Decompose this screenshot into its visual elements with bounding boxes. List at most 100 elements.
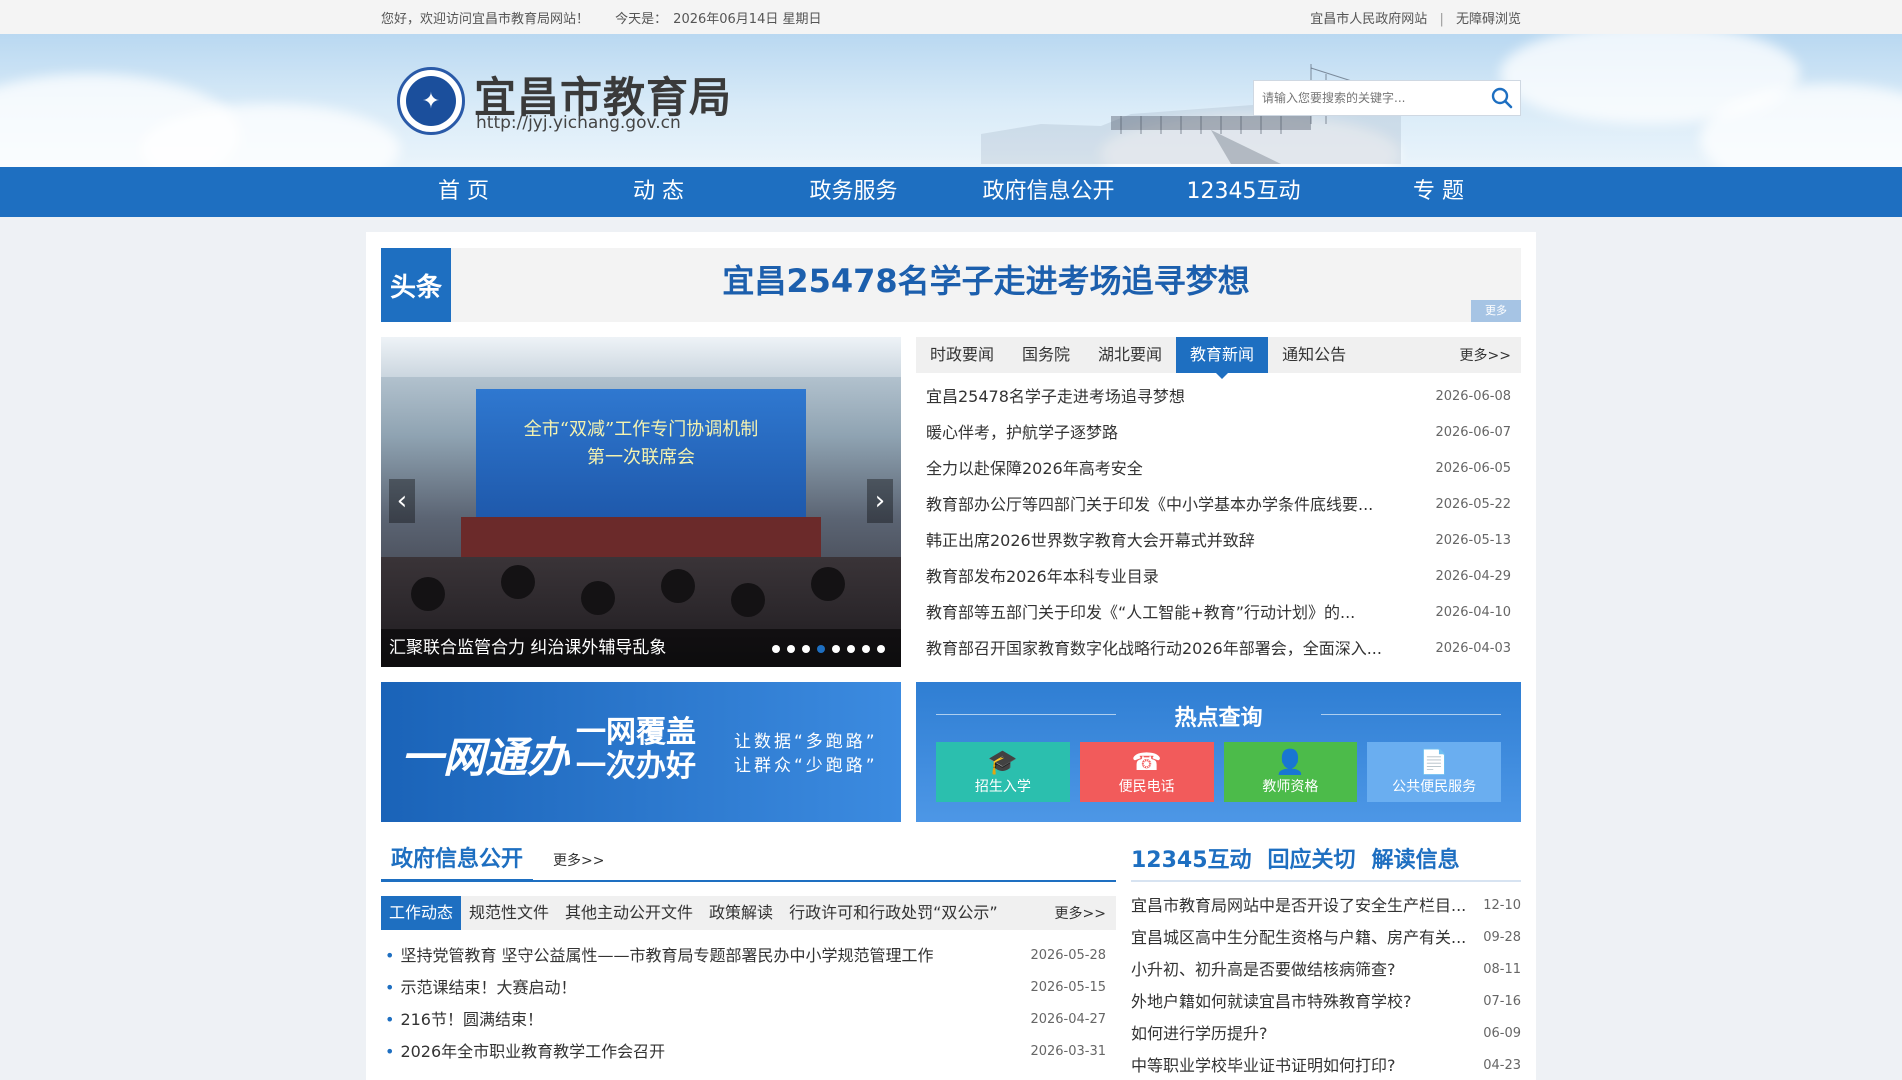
news-title[interactable]: 暖心伴考，护航学子逐梦路 bbox=[926, 415, 1118, 451]
nav-news[interactable]: 动 态 bbox=[561, 167, 756, 217]
question-date: 12-10 bbox=[1483, 898, 1521, 913]
public-service-button[interactable]: 📄 公共便民服务 bbox=[1367, 742, 1501, 802]
tab-normative-docs[interactable]: 规范性文件 bbox=[461, 896, 557, 930]
gov-info-tabs: 工作动态 规范性文件 其他主动公开文件 政策解读 行政许可和行政处罚“双公示” … bbox=[381, 896, 1116, 930]
carousel-dot[interactable] bbox=[847, 645, 855, 653]
gov-item-title[interactable]: 2026年全市职业教育教学工作会召开 bbox=[381, 1036, 665, 1068]
news-title[interactable]: 教育部办公厅等四部门关于印发《中小学基本办学条件底线要... bbox=[926, 487, 1373, 523]
headline-title[interactable]: 宜昌25478名学子走进考场追寻梦想 bbox=[451, 248, 1521, 322]
separator: | bbox=[1439, 11, 1444, 27]
hotline-button[interactable]: ☎ 便民电话 bbox=[1079, 742, 1214, 802]
teacher-qualification-button[interactable]: 👤 教师资格 bbox=[1223, 742, 1358, 802]
tab-notices[interactable]: 通知公告 bbox=[1268, 337, 1360, 373]
question-date: 04-23 bbox=[1483, 1058, 1521, 1073]
tab-response[interactable]: 回应关切 bbox=[1268, 842, 1356, 874]
list-item: 示范课结束！大赛启动！ 2026-05-15 bbox=[381, 972, 1116, 1004]
tab-education-news[interactable]: 教育新闻 bbox=[1176, 337, 1269, 379]
promo-slogan-small: 让数据“多跑路” 让群众“少跑路” bbox=[734, 732, 878, 776]
document-icon: 📄 bbox=[1419, 748, 1450, 776]
carousel-dot[interactable] bbox=[862, 645, 870, 653]
tab-politics[interactable]: 时政要闻 bbox=[916, 337, 1008, 373]
nav-info-disclosure[interactable]: 政府信息公开 bbox=[951, 167, 1146, 217]
photo-carousel[interactable]: 全市“双减”工作专门协调机制 第一次联席会 ‹ › 汇聚联合监管合力 纠治课外辅… bbox=[381, 337, 901, 667]
list-item: 坚持党管教育 坚守公益属性——市教育局专题部署民办中小学规范管理工作 2026-0… bbox=[381, 940, 1116, 972]
tab-work-updates[interactable]: 工作动态 bbox=[381, 896, 462, 930]
nav-12345-interaction[interactable]: 12345互动 bbox=[1146, 167, 1341, 217]
tab-interpretation[interactable]: 解读信息 bbox=[1372, 842, 1460, 874]
photo-table bbox=[461, 517, 821, 557]
search-icon bbox=[1491, 87, 1513, 109]
list-item: 教育部发布2026年本科专业目录 2026-04-29 bbox=[926, 559, 1511, 595]
gov-info-more-link[interactable]: 更多>> bbox=[553, 850, 604, 870]
teacher-icon: 👤 bbox=[1275, 748, 1306, 776]
news-title[interactable]: 教育部等五部门关于印发《“人工智能+教育”行动计划》的... bbox=[926, 595, 1355, 631]
question-title[interactable]: 小升初、初升高是否要做结核病筛查? bbox=[1131, 954, 1396, 986]
headline-more-button[interactable]: 更多 bbox=[1471, 300, 1521, 322]
carousel-dot[interactable] bbox=[877, 645, 885, 653]
question-date: 08-11 bbox=[1483, 962, 1521, 977]
hot-query-panel: 热点查询 🎓 招生入学 ☎ 便民电话 👤 教师资格 📄 公共便民服务 bbox=[916, 682, 1521, 822]
carousel-next-button[interactable]: › bbox=[867, 479, 893, 523]
carousel-prev-button[interactable]: ‹ bbox=[389, 479, 415, 523]
photo-screen: 全市“双减”工作专门协调机制 第一次联席会 bbox=[476, 389, 806, 529]
search-button[interactable] bbox=[1484, 81, 1520, 115]
tab-other-docs[interactable]: 其他主动公开文件 bbox=[557, 896, 701, 930]
news-date: 2026-05-13 bbox=[1435, 533, 1511, 548]
question-date: 07-16 bbox=[1483, 994, 1521, 1009]
phone-icon: ☎ bbox=[1131, 748, 1162, 776]
carousel-dot[interactable] bbox=[832, 645, 840, 653]
gov-item-date: 2026-05-28 bbox=[1030, 948, 1106, 963]
question-title[interactable]: 宜昌市教育局网站中是否开设了安全生产栏目... bbox=[1131, 890, 1466, 922]
site-logo[interactable]: ✦ bbox=[397, 67, 465, 135]
carousel-dot[interactable] bbox=[787, 645, 795, 653]
enrollment-button[interactable]: 🎓 招生入学 bbox=[936, 742, 1070, 802]
news-date: 2026-04-10 bbox=[1435, 605, 1511, 620]
accessibility-link[interactable]: 无障碍浏览 bbox=[1456, 12, 1521, 27]
gov-item-title[interactable]: 216节！圆满结束！ bbox=[381, 1004, 543, 1036]
tab-state-council[interactable]: 国务院 bbox=[1008, 337, 1084, 373]
question-title[interactable]: 外地户籍如何就读宜昌市特殊教育学校? bbox=[1131, 986, 1412, 1018]
tab-policy-interpretation[interactable]: 政策解读 bbox=[701, 896, 781, 930]
tab-12345[interactable]: 12345互动 bbox=[1131, 842, 1252, 874]
question-title[interactable]: 宜昌城区高中生分配生资格与户籍、房产有关... bbox=[1131, 922, 1466, 954]
nav-home[interactable]: 首 页 bbox=[366, 167, 561, 217]
main-content: 头条 宜昌25478名学子走进考场追寻梦想 更多 全市“双减”工作专门协调机制 … bbox=[366, 232, 1536, 1080]
gov-item-title[interactable]: 坚持党管教育 坚守公益属性——市教育局专题部署民办中小学规范管理工作 bbox=[381, 940, 933, 972]
tab-hubei[interactable]: 湖北要闻 bbox=[1084, 337, 1176, 373]
news-title[interactable]: 韩正出席2026世界数字教育大会开幕式并致辞 bbox=[926, 523, 1255, 559]
carousel-dot[interactable] bbox=[802, 645, 810, 653]
gov-tabs-more-link[interactable]: 更多>> bbox=[1055, 903, 1106, 923]
news-title[interactable]: 教育部发布2026年本科专业目录 bbox=[926, 559, 1159, 595]
carousel-dot[interactable] bbox=[817, 645, 825, 653]
one-stop-service-banner[interactable]: 一网通办 一网覆盖 一次办好 让数据“多跑路” 让群众“少跑路” bbox=[381, 682, 901, 822]
gov-item-title[interactable]: 示范课结束！大赛启动！ bbox=[381, 972, 576, 1004]
nav-services[interactable]: 政务服务 bbox=[756, 167, 951, 217]
question-title[interactable]: 中等职业学校毕业证书证明如何打印? bbox=[1131, 1050, 1396, 1080]
news-tabs: 时政要闻 国务院 湖北要闻 教育新闻 通知公告 更多>> bbox=[916, 337, 1521, 379]
interaction-section: 12345互动 回应关切 解读信息 宜昌市教育局网站中是否开设了安全生产栏目..… bbox=[1131, 842, 1521, 1080]
question-date: 06-09 bbox=[1483, 1026, 1521, 1041]
news-title[interactable]: 全力以赴保障2026年高考安全 bbox=[926, 451, 1143, 487]
nav-topics[interactable]: 专 题 bbox=[1341, 167, 1536, 217]
news-more-link[interactable]: 更多>> bbox=[1460, 345, 1511, 365]
welcome-text: 您好，欢迎访问宜昌市教育局网站！ bbox=[381, 11, 590, 27]
hot-query-title: 热点查询 bbox=[1174, 706, 1263, 731]
carousel-dots bbox=[772, 645, 885, 653]
news-date: 2026-06-08 bbox=[1435, 389, 1511, 404]
gov-site-link[interactable]: 宜昌市人民政府网站 bbox=[1310, 12, 1427, 27]
list-item: 中等职业学校毕业证书证明如何打印? 04-23 bbox=[1131, 1050, 1521, 1080]
list-item: 外地户籍如何就读宜昌市特殊教育学校? 07-16 bbox=[1131, 986, 1521, 1018]
list-item: 教育部召开国家教育数字化战略行动2026年部署会，全面深入... 2026-04-… bbox=[926, 631, 1511, 667]
tab-double-disclosure[interactable]: 行政许可和行政处罚“双公示” bbox=[781, 896, 1006, 930]
news-title[interactable]: 宜昌25478名学子走进考场追寻梦想 bbox=[926, 379, 1185, 415]
search-input[interactable] bbox=[1254, 81, 1484, 115]
gov-info-list: 坚持党管教育 坚守公益属性——市教育局专题部署民办中小学规范管理工作 2026-0… bbox=[381, 940, 1116, 1068]
news-title[interactable]: 教育部召开国家教育数字化战略行动2026年部署会，全面深入... bbox=[926, 631, 1382, 667]
carousel-dot[interactable] bbox=[772, 645, 780, 653]
today-label: 今天是： 2026年06月14日 星期日 bbox=[615, 11, 822, 27]
question-title[interactable]: 如何进行学历提升? bbox=[1131, 1018, 1268, 1050]
promo-slogan-sub: 一网覆盖 一次办好 bbox=[576, 715, 696, 784]
headline-bar: 头条 宜昌25478名学子走进考场追寻梦想 更多 bbox=[381, 248, 1521, 322]
gov-info-title[interactable]: 政府信息公开 bbox=[381, 841, 534, 882]
list-item: 小升初、初升高是否要做结核病筛查? 08-11 bbox=[1131, 954, 1521, 986]
